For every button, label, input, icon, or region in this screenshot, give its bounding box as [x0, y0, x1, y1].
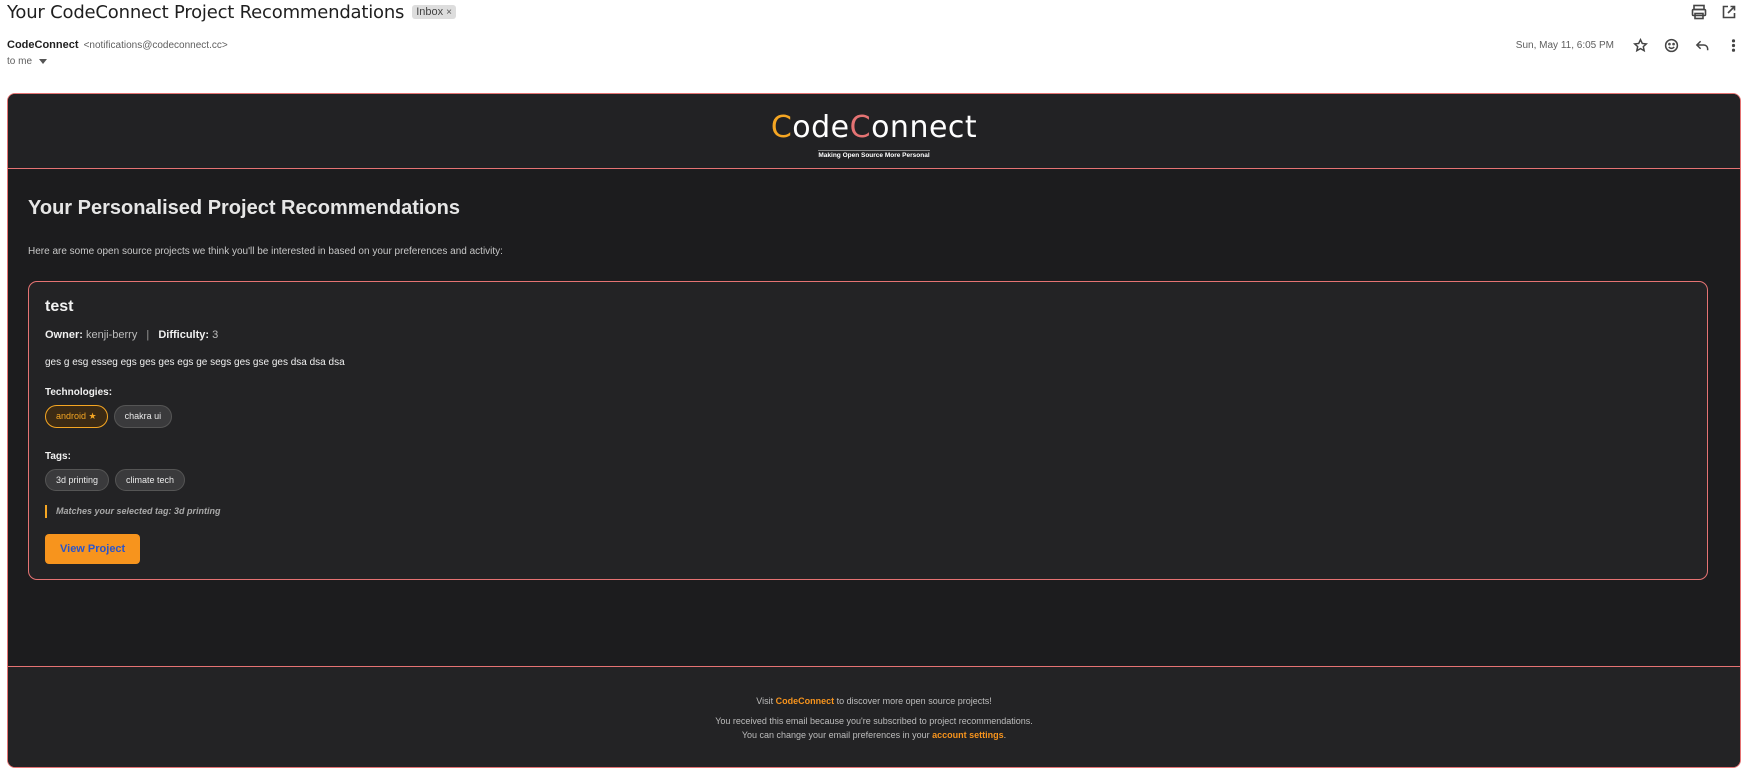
technology-chip[interactable]: chakra ui — [113, 405, 173, 428]
codeconnect-logo: CodeConnect Making Open Source More Pers… — [8, 112, 1740, 162]
technologies-list: android ★ chakra ui — [45, 405, 1691, 428]
message-actions: Sun, May 11, 6:05 PM — [1516, 36, 1742, 54]
reply-icon[interactable] — [1693, 36, 1711, 54]
project-meta: Owner: kenji-berry | Difficulty: 3 — [45, 329, 1691, 341]
emoji-icon[interactable] — [1662, 36, 1680, 54]
remove-label-icon[interactable]: × — [446, 7, 452, 18]
sender-name[interactable]: CodeConnect — [7, 39, 79, 51]
logo-wordmark: CodeConnect — [770, 110, 978, 145]
email-body: CodeConnect Making Open Source More Pers… — [7, 93, 1741, 768]
difficulty-label: Difficulty: — [158, 329, 210, 341]
top-actions — [1690, 3, 1738, 21]
footer-reason: You received this email because you're s… — [715, 716, 1033, 726]
chevron-down-icon[interactable] — [39, 59, 48, 64]
account-settings-link[interactable]: account settings — [932, 730, 1004, 740]
logo-tagline: Making Open Source More Personal — [818, 150, 930, 159]
email-banner: CodeConnect Making Open Source More Pers… — [8, 94, 1740, 169]
message-date: Sun, May 11, 6:05 PM — [1515, 39, 1614, 51]
open-in-new-window-icon[interactable] — [1720, 3, 1738, 21]
meta-separator: | — [146, 329, 150, 341]
owner-value: kenji-berry — [85, 329, 138, 341]
inbox-label-text: Inbox — [416, 6, 444, 18]
codeconnect-link[interactable]: CodeConnect — [776, 696, 835, 706]
subject-row: Your CodeConnect Project Recommendations… — [7, 0, 456, 24]
email-content: Your Personalised Project Recommendation… — [8, 169, 1740, 580]
footer-preferences-line: You can change your email preferences in… — [741, 730, 1007, 740]
technologies-label: Technologies: — [45, 387, 113, 398]
difficulty-value: 3 — [212, 329, 219, 341]
star-icon[interactable] — [1631, 36, 1649, 54]
tag-chip[interactable]: 3d printing — [45, 469, 110, 491]
footer-visit-line: Visit CodeConnect to discover more open … — [756, 696, 992, 706]
project-card: test Owner: kenji-berry | Difficulty: 3 … — [28, 281, 1708, 580]
owner-label: Owner: — [45, 329, 83, 341]
recipient-row[interactable]: to me — [7, 56, 48, 67]
tag-chip[interactable]: climate tech — [115, 469, 186, 491]
project-name: test — [45, 298, 74, 315]
email-footer: Visit CodeConnect to discover more open … — [8, 666, 1740, 767]
inbox-label-chip[interactable]: Inbox × — [412, 5, 456, 19]
page-title: Your Personalised Project Recommendation… — [28, 197, 460, 219]
tags-list: 3d printing climate tech — [45, 469, 1691, 491]
intro-text: Here are some open source projects we th… — [28, 246, 503, 257]
print-icon[interactable] — [1690, 3, 1708, 21]
email-subject: Your CodeConnect Project Recommendations — [7, 1, 405, 23]
more-vert-icon[interactable] — [1724, 36, 1742, 54]
tags-label: Tags: — [45, 451, 71, 462]
project-description: ges g esg esseg egs ges ges egs ge segs … — [45, 357, 345, 368]
match-note: Matches your selected tag: 3d printing — [45, 505, 1691, 518]
recipient-text: to me — [7, 56, 33, 67]
sender-row: CodeConnect <notifications@codeconnect.c… — [7, 39, 228, 51]
view-project-button[interactable]: View Project — [45, 534, 141, 564]
sender-email: <notifications@codeconnect.cc> — [83, 40, 228, 51]
technology-chip[interactable]: android ★ — [45, 405, 108, 428]
